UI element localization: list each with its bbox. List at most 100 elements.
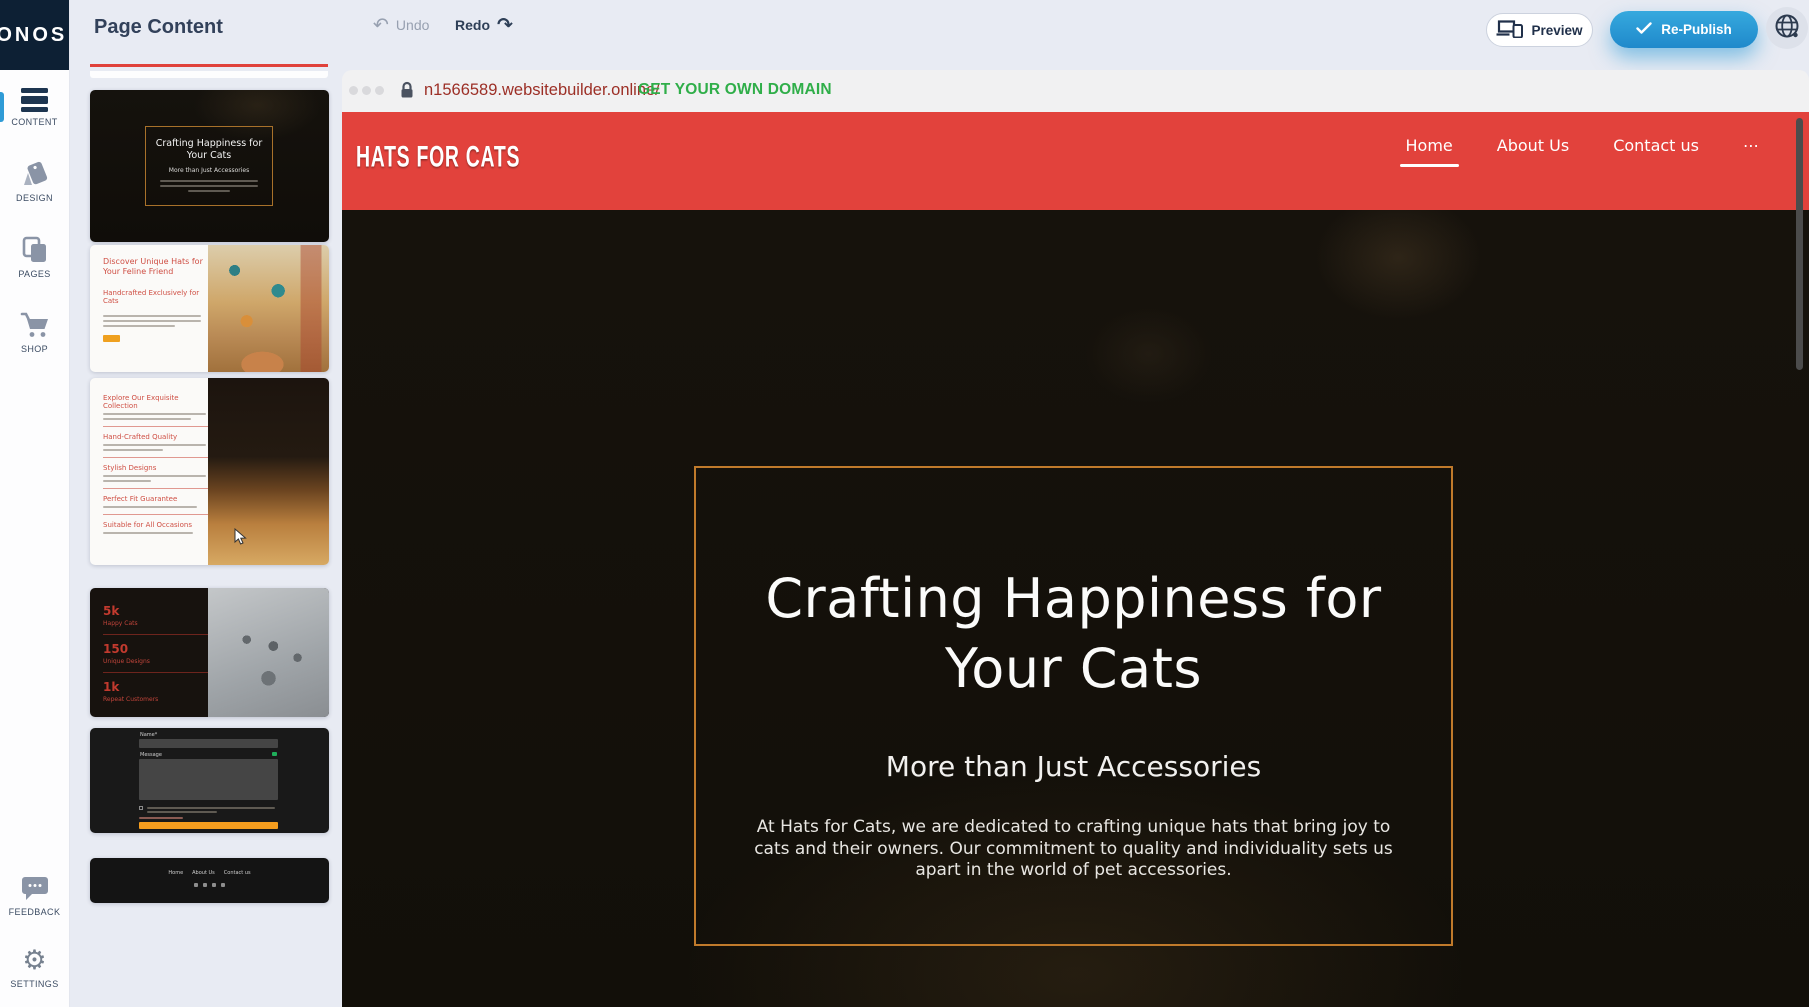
thumb-paw-print-photo (208, 588, 329, 717)
form-checkbox (139, 806, 143, 810)
thumb-shop-button (103, 335, 120, 342)
check-icon (1636, 22, 1652, 37)
design-icon (20, 160, 50, 188)
shop-cart-icon (20, 312, 50, 339)
site-nav: Home About Us Contact us ⋯ (1406, 136, 1762, 167)
nav-about[interactable]: About Us (1497, 136, 1569, 167)
thumb-hero-subtitle: More than Just Accessories (169, 167, 249, 174)
footer-link: Home (168, 870, 183, 876)
content-icon (21, 88, 48, 112)
feature-heading: Explore Our Exquisite Collection (103, 394, 208, 410)
footer-link: About Us (192, 870, 215, 876)
micro-paragraph (103, 315, 203, 327)
thumbnail-contact-form-section[interactable]: Name* Message (90, 728, 329, 833)
form-send-button (139, 822, 278, 829)
app-root: IONOS CONTENT DESIGN PAGES SHOP (0, 0, 1809, 1007)
micro-text-line (103, 506, 197, 508)
thumb-hero-box: Crafting Happiness for Your Cats More th… (145, 126, 273, 206)
stat-divider (103, 672, 208, 673)
settings-gear-icon: ⚙ (22, 948, 46, 974)
form-name-field (139, 739, 278, 748)
thumb-discover-text: Discover Unique Hats for Your Feline Fri… (103, 257, 203, 327)
thumb-stats-list: 5k Happy Cats 150 Unique Designs 1k Repe… (103, 604, 208, 703)
stat-divider (103, 634, 208, 635)
scrollbar-thumb[interactable] (1796, 118, 1803, 370)
micro-text-line (103, 475, 206, 477)
thumbnail-footer-section[interactable]: Home About Us Contact us (90, 858, 329, 903)
lock-icon (400, 81, 414, 104)
sidebar-item-content[interactable]: CONTENT (0, 88, 69, 127)
language-globe-button[interactable] (1766, 7, 1808, 49)
ionos-logo-text: IONOS (0, 24, 67, 47)
micro-text-line (147, 811, 217, 813)
thumbnail-stats-section[interactable]: 5k Happy Cats 150 Unique Designs 1k Repe… (90, 588, 329, 717)
website-canvas: HATS FOR CATS Home About Us Contact us ⋯… (342, 112, 1809, 1007)
stat-value: 1k (103, 680, 208, 694)
feature-divider (103, 457, 208, 458)
micro-text-line (103, 449, 163, 451)
stat-label: Unique Designs (103, 658, 208, 665)
thumb-street-photo (208, 245, 329, 372)
sidebar-item-label: PAGES (18, 269, 50, 279)
window-dot (349, 86, 358, 95)
micro-text-line (103, 418, 191, 420)
nav-home[interactable]: Home (1406, 136, 1453, 167)
sidebar-item-feedback[interactable]: FEEDBACK (0, 876, 69, 917)
site-url: n1566589.websitebuilder.online/ (424, 81, 660, 100)
thumb-footer-links: Home About Us Contact us (90, 870, 329, 876)
thumbnail-features-section[interactable]: Explore Our Exquisite Collection Hand-Cr… (90, 378, 329, 565)
micro-text-line (160, 180, 258, 182)
feedback-bubble-icon (21, 876, 49, 902)
redo-button[interactable]: Redo ↷ (455, 17, 513, 33)
hero-title-line1: Crafting Happiness for (765, 564, 1381, 634)
undo-icon: ↶ (373, 17, 389, 33)
sidebar-item-shop[interactable]: SHOP (0, 312, 69, 354)
sidebar: IONOS CONTENT DESIGN PAGES SHOP (0, 0, 70, 1007)
feature-heading: Stylish Designs (103, 464, 208, 472)
micro-text-line (188, 190, 230, 192)
undo-label: Undo (396, 17, 429, 33)
sidebar-item-label: FEEDBACK (9, 907, 61, 917)
thumb-footer-social-icons (90, 883, 329, 887)
thumb-features-list: Explore Our Exquisite Collection Hand-Cr… (103, 392, 208, 534)
mouse-cursor (234, 528, 248, 551)
sidebar-item-pages[interactable]: PAGES (0, 236, 69, 279)
sidebar-item-label: DESIGN (16, 193, 53, 203)
feature-divider (103, 488, 208, 489)
stat-label: Repeat Customers (103, 696, 208, 703)
micro-text-line (147, 807, 275, 809)
devices-icon (1496, 19, 1523, 41)
form-message-field (139, 759, 278, 800)
panel-title: Page Content (94, 16, 223, 39)
undo-button[interactable]: ↶ Undo (373, 17, 429, 33)
ionos-logo[interactable]: IONOS (0, 0, 69, 70)
nav-more-icon[interactable]: ⋯ (1743, 136, 1761, 167)
redo-icon: ↷ (497, 17, 513, 33)
sidebar-item-label: CONTENT (11, 117, 57, 127)
micro-text-line (103, 413, 206, 415)
window-dot (375, 86, 384, 95)
sidebar-item-design[interactable]: DESIGN (0, 160, 69, 203)
micro-text-line (103, 532, 193, 534)
form-name-label: Name* (140, 732, 157, 738)
preview-button[interactable]: Preview (1486, 13, 1593, 47)
stat-value: 150 (103, 642, 208, 656)
thumbnail-list-edge (90, 71, 328, 78)
hero-text-block[interactable]: Crafting Happiness for Your Cats More th… (694, 466, 1453, 946)
window-dot (362, 86, 371, 95)
thumbnail-hero-section[interactable]: Crafting Happiness for Your Cats More th… (90, 90, 329, 242)
form-message-label: Message (140, 752, 162, 758)
site-brand[interactable]: HATS FOR CATS (356, 141, 520, 174)
nav-contact[interactable]: Contact us (1613, 136, 1699, 167)
sidebar-item-settings[interactable]: ⚙ SETTINGS (0, 948, 69, 989)
preview-label: Preview (1531, 23, 1582, 38)
globe-icon (1774, 13, 1800, 44)
hero-section[interactable]: Crafting Happiness for Your Cats More th… (342, 210, 1809, 1007)
republish-button[interactable]: Re-Publish (1610, 11, 1758, 48)
thumbnail-discover-section[interactable]: Discover Unique Hats for Your Feline Fri… (90, 245, 329, 372)
thumb-discover-heading: Discover Unique Hats for Your Feline Fri… (103, 257, 203, 277)
get-domain-link[interactable]: GET YOUR OWN DOMAIN (638, 81, 832, 99)
pages-icon (21, 236, 49, 264)
form-status-dot (272, 752, 277, 756)
site-header: HATS FOR CATS Home About Us Contact us ⋯ (342, 112, 1809, 210)
